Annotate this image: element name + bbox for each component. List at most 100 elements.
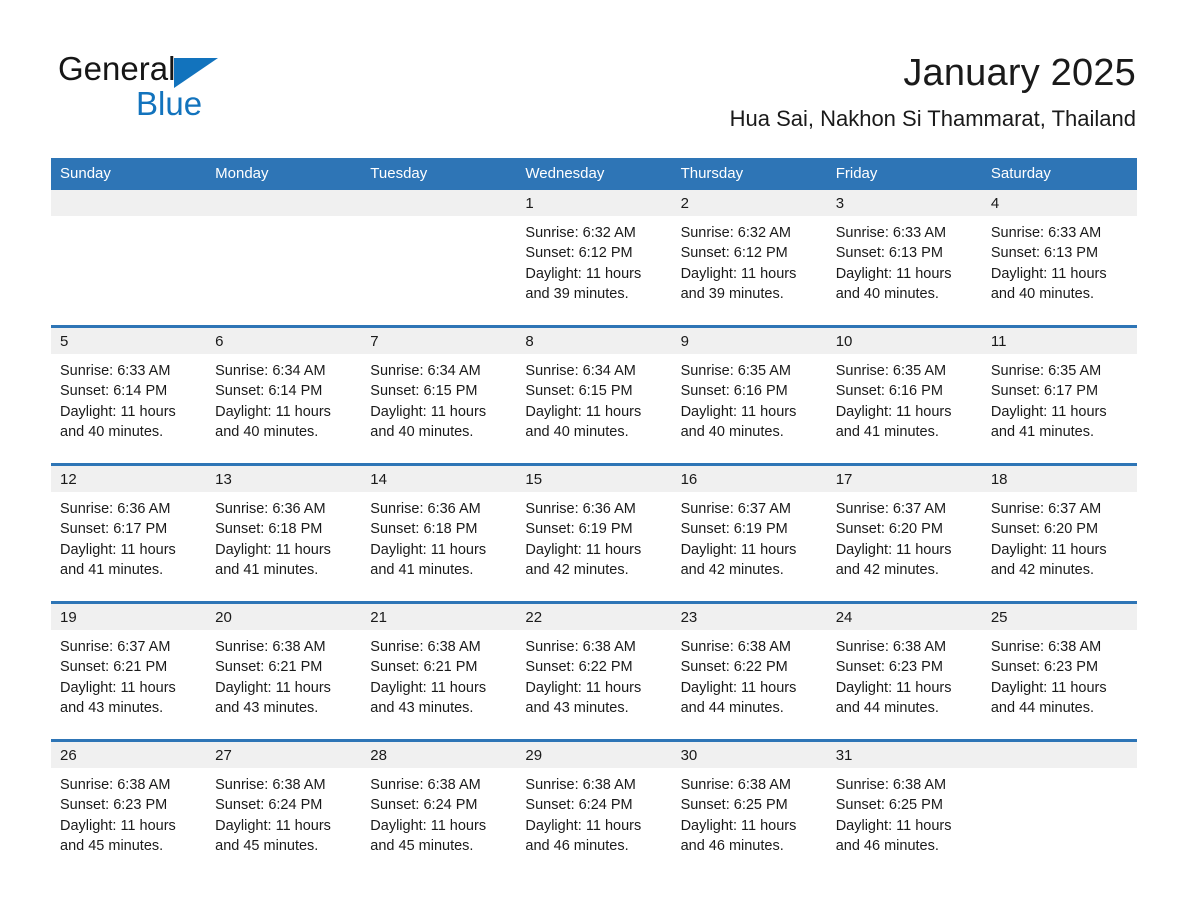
day-number — [51, 190, 207, 216]
calendar-day-cell[interactable]: 15 Sunrise: 6:36 AM Sunset: 6:19 PM Dayligh… — [516, 463, 672, 603]
calendar-day-cell[interactable]: 1 Sunrise: 6:32 AM Sunset: 6:12 PM Daylight… — [516, 190, 672, 327]
daylight-text: Daylight: 11 hours and 45 minutes. — [370, 817, 487, 854]
daylight-text: Daylight: 11 hours and 41 minutes. — [215, 541, 331, 578]
daylight-text: Daylight: 11 hours and 40 minutes. — [680, 403, 797, 440]
daylight-text: Daylight: 11 hours and 43 minutes. — [60, 679, 176, 716]
calendar-day-cell[interactable]: 22 Sunrise: 6:38 AM Sunset: 6:22 PM Dayligh… — [516, 601, 672, 741]
daylight-text: Daylight: 11 hours and 43 minutes. — [525, 679, 642, 716]
day-number: 9 — [671, 328, 827, 354]
sunrise-text: Sunrise: 6:38 AM — [835, 639, 947, 655]
weekday-header-tuesday: Tuesday — [361, 158, 517, 190]
calendar-day-cell[interactable]: 28 Sunrise: 6:38 AM Sunset: 6:24 PM Dayligh… — [361, 739, 517, 877]
calendar-day-cell[interactable]: 18 Sunrise: 6:37 AM Sunset: 6:20 PM Dayligh… — [981, 463, 1137, 603]
day-cell-content: 4 Sunrise: 6:33 AM Sunset: 6:13 PM Daylight… — [981, 190, 1137, 325]
day-sun-info: Sunrise: 6:36 AM Sunset: 6:18 PM Daylight:… — [206, 492, 361, 580]
calendar-day-cell[interactable]: 21 Sunrise: 6:38 AM Sunset: 6:21 PM Dayligh… — [361, 601, 517, 741]
calendar-day-cell[interactable]: 12 Sunrise: 6:36 AM Sunset: 6:17 PM Dayligh… — [51, 463, 207, 603]
day-cell-content — [51, 190, 207, 325]
sunrise-text: Sunrise: 6:38 AM — [680, 777, 791, 793]
day-number: 18 — [981, 466, 1137, 492]
day-number: 29 — [516, 742, 672, 768]
day-cell-content — [361, 190, 517, 325]
calendar-day-cell[interactable]: 13 Sunrise: 6:36 AM Sunset: 6:18 PM Dayligh… — [206, 463, 362, 603]
calendar-day-cell[interactable]: 26 Sunrise: 6:38 AM Sunset: 6:23 PM Dayligh… — [51, 739, 207, 877]
sunrise-text: Sunrise: 6:35 AM — [680, 363, 791, 379]
day-number: 7 — [361, 328, 517, 354]
sunset-text: Sunset: 6:21 PM — [215, 659, 323, 676]
calendar-day-cell[interactable] — [51, 190, 207, 327]
calendar-day-cell[interactable]: 23 Sunrise: 6:38 AM Sunset: 6:22 PM Dayligh… — [671, 601, 827, 741]
sunset-text: Sunset: 6:14 PM — [215, 383, 323, 400]
calendar-day-cell[interactable]: 25 Sunrise: 6:38 AM Sunset: 6:23 PM Dayligh… — [981, 601, 1137, 741]
calendar-day-cell[interactable]: 31 Sunrise: 6:38 AM Sunset: 6:25 PM Dayligh… — [826, 739, 982, 877]
calendar-day-cell[interactable]: 9 Sunrise: 6:35 AM Sunset: 6:16 PM Daylight… — [671, 325, 827, 465]
day-sun-info: Sunrise: 6:36 AM Sunset: 6:18 PM Daylight:… — [361, 492, 516, 580]
calendar-day-cell[interactable] — [361, 190, 517, 327]
day-cell-content: 11 Sunrise: 6:35 AM Sunset: 6:17 PM Dayligh… — [981, 328, 1137, 463]
calendar-day-cell[interactable]: 3 Sunrise: 6:33 AM Sunset: 6:13 PM Daylight… — [826, 190, 982, 327]
sunrise-text: Sunrise: 6:38 AM — [370, 777, 481, 793]
sunrise-text: Sunrise: 6:35 AM — [990, 363, 1102, 379]
page-title: January 2025 — [903, 52, 1136, 94]
day-cell-content: 12 Sunrise: 6:36 AM Sunset: 6:17 PM Dayligh… — [51, 466, 207, 601]
calendar-table: Sunday Monday Tuesday Wednesday Thursday… — [51, 158, 1137, 877]
sunrise-text: Sunrise: 6:38 AM — [215, 777, 326, 793]
daylight-text: Daylight: 11 hours and 42 minutes. — [990, 541, 1107, 578]
sunset-text: Sunset: 6:17 PM — [60, 521, 168, 538]
calendar-day-cell[interactable]: 7 Sunrise: 6:34 AM Sunset: 6:15 PM Daylight… — [361, 325, 517, 465]
day-sun-info: Sunrise: 6:38 AM Sunset: 6:23 PM Daylight:… — [51, 768, 206, 856]
calendar-day-cell[interactable]: 2 Sunrise: 6:32 AM Sunset: 6:12 PM Daylight… — [671, 190, 827, 327]
daylight-text: Daylight: 11 hours and 39 minutes. — [525, 265, 642, 302]
daylight-text: Daylight: 11 hours and 45 minutes. — [215, 817, 331, 854]
sunrise-text: Sunrise: 6:38 AM — [215, 639, 326, 655]
day-number — [206, 190, 362, 216]
day-cell-content: 9 Sunrise: 6:35 AM Sunset: 6:16 PM Daylight… — [671, 328, 827, 463]
calendar-day-cell[interactable]: 10 Sunrise: 6:35 AM Sunset: 6:16 PM Dayligh… — [826, 325, 982, 465]
day-cell-content: 10 Sunrise: 6:35 AM Sunset: 6:16 PM Dayligh… — [826, 328, 982, 463]
sunset-text: Sunset: 6:15 PM — [525, 383, 633, 400]
day-number: 15 — [516, 466, 672, 492]
calendar-day-cell[interactable]: 11 Sunrise: 6:35 AM Sunset: 6:17 PM Dayligh… — [981, 325, 1137, 465]
calendar-day-cell[interactable]: 20 Sunrise: 6:38 AM Sunset: 6:21 PM Dayligh… — [206, 601, 362, 741]
calendar-day-cell[interactable]: 30 Sunrise: 6:38 AM Sunset: 6:25 PM Dayligh… — [671, 739, 827, 877]
calendar-day-cell[interactable]: 4 Sunrise: 6:33 AM Sunset: 6:13 PM Daylight… — [981, 190, 1137, 327]
sunset-text: Sunset: 6:18 PM — [215, 521, 323, 538]
day-number: 1 — [516, 190, 672, 216]
calendar-day-cell[interactable]: 29 Sunrise: 6:38 AM Sunset: 6:24 PM Dayligh… — [516, 739, 672, 877]
daylight-text: Daylight: 11 hours and 43 minutes. — [215, 679, 331, 716]
sunrise-text: Sunrise: 6:38 AM — [525, 777, 636, 793]
sunrise-text: Sunrise: 6:32 AM — [680, 225, 791, 241]
calendar-day-cell[interactable]: 6 Sunrise: 6:34 AM Sunset: 6:14 PM Daylight… — [206, 325, 362, 465]
day-sun-info: Sunrise: 6:38 AM Sunset: 6:22 PM Daylight:… — [672, 630, 827, 718]
day-sun-info: Sunrise: 6:33 AM Sunset: 6:14 PM Daylight:… — [51, 354, 206, 442]
calendar-day-cell[interactable]: 27 Sunrise: 6:38 AM Sunset: 6:24 PM Dayligh… — [206, 739, 362, 877]
calendar-day-cell[interactable]: 16 Sunrise: 6:37 AM Sunset: 6:19 PM Dayligh… — [671, 463, 827, 603]
calendar-day-cell[interactable] — [981, 739, 1137, 877]
sunset-text: Sunset: 6:25 PM — [680, 797, 788, 814]
sunrise-text: Sunrise: 6:37 AM — [835, 501, 947, 517]
calendar-day-cell[interactable]: 5 Sunrise: 6:33 AM Sunset: 6:14 PM Daylight… — [51, 325, 207, 465]
sunset-text: Sunset: 6:24 PM — [370, 797, 478, 814]
day-cell-content: 13 Sunrise: 6:36 AM Sunset: 6:18 PM Dayligh… — [206, 466, 362, 601]
sunset-text: Sunset: 6:19 PM — [680, 521, 788, 538]
calendar-day-cell[interactable]: 17 Sunrise: 6:37 AM Sunset: 6:20 PM Dayligh… — [826, 463, 982, 603]
sunrise-text: Sunrise: 6:34 AM — [370, 363, 481, 379]
weekday-header-sunday: Sunday — [51, 158, 207, 190]
sunrise-text: Sunrise: 6:38 AM — [990, 639, 1102, 655]
calendar-day-cell[interactable]: 14 Sunrise: 6:36 AM Sunset: 6:18 PM Dayligh… — [361, 463, 517, 603]
calendar-day-cell[interactable]: 19 Sunrise: 6:37 AM Sunset: 6:21 PM Dayligh… — [51, 601, 207, 741]
day-sun-info: Sunrise: 6:38 AM Sunset: 6:21 PM Daylight:… — [206, 630, 361, 718]
brand-logo[interactable]: General Blue — [58, 50, 358, 130]
calendar-day-cell[interactable] — [206, 190, 362, 327]
sunset-text: Sunset: 6:21 PM — [60, 659, 168, 676]
day-number: 31 — [826, 742, 982, 768]
day-cell-content: 18 Sunrise: 6:37 AM Sunset: 6:20 PM Dayligh… — [981, 466, 1137, 601]
day-number: 6 — [206, 328, 362, 354]
sunset-text: Sunset: 6:20 PM — [990, 521, 1099, 538]
sunrise-text: Sunrise: 6:33 AM — [60, 363, 171, 379]
calendar-day-cell[interactable]: 24 Sunrise: 6:38 AM Sunset: 6:23 PM Dayligh… — [826, 601, 982, 741]
calendar-day-cell[interactable]: 8 Sunrise: 6:34 AM Sunset: 6:15 PM Daylight… — [516, 325, 672, 465]
day-sun-info: Sunrise: 6:38 AM Sunset: 6:25 PM Daylight:… — [827, 768, 982, 856]
day-cell-content: 3 Sunrise: 6:33 AM Sunset: 6:13 PM Daylight… — [826, 190, 982, 325]
day-number: 24 — [826, 604, 982, 630]
